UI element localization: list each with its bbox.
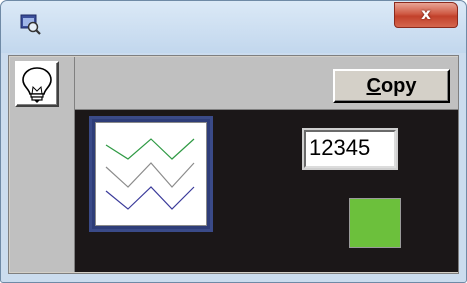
copy-button[interactable]: Copy [333, 69, 450, 103]
line-style-preview[interactable] [89, 116, 213, 232]
lightbulb-button[interactable] [15, 61, 59, 107]
client-area: Copy 12345 [8, 55, 459, 274]
green-color-swatch[interactable] [349, 198, 401, 248]
copy-mnemonic: C [366, 75, 381, 97]
drawing-canvas: 12345 [75, 110, 458, 272]
app-window: x Copy 12345 [0, 0, 467, 283]
close-icon: x [421, 5, 431, 23]
number-display[interactable]: 12345 [302, 128, 398, 170]
gray-zigzag-line [105, 162, 195, 188]
lightbulb-icon [22, 67, 52, 103]
left-sidebar [10, 57, 75, 272]
blue-zigzag-line [105, 186, 195, 210]
copy-label: opy [380, 75, 417, 97]
magnifier-window-icon[interactable] [20, 13, 42, 35]
preview-area [95, 122, 207, 226]
green-zigzag-line [105, 138, 195, 160]
top-toolbar: Copy [75, 57, 458, 110]
close-button[interactable]: x [394, 2, 458, 28]
title-bar[interactable]: x [1, 1, 466, 53]
